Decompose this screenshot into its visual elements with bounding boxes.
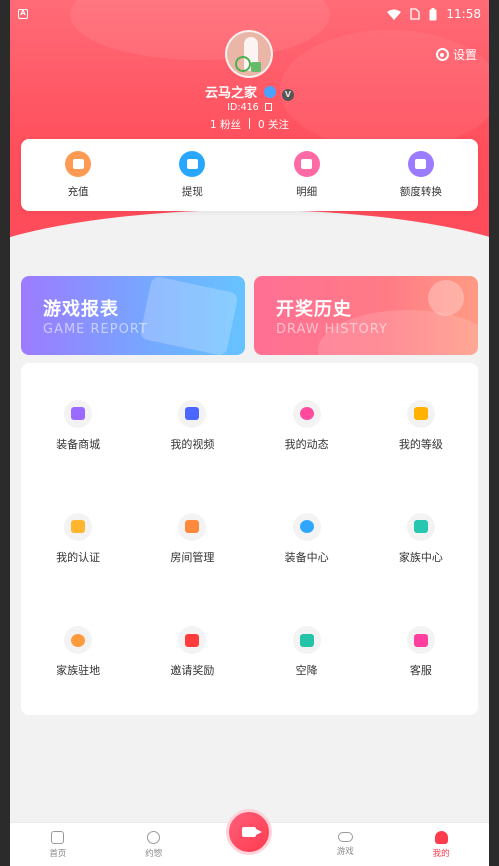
divider bbox=[249, 118, 250, 129]
grid-item-label: 我的动态 bbox=[284, 437, 329, 451]
fans-count[interactable]: 1 粉丝 bbox=[210, 117, 241, 132]
settings-button[interactable]: 设置 bbox=[435, 46, 477, 63]
grid-item-label: 邀请奖励 bbox=[170, 664, 215, 678]
recharge-icon bbox=[65, 151, 92, 177]
wifi-icon bbox=[387, 9, 402, 20]
game-report-banner[interactable]: 游戏报表 GAME REPORT bbox=[21, 276, 245, 355]
grid-item[interactable]: 装备中心 bbox=[250, 482, 364, 595]
wallet-item[interactable]: 提现 bbox=[135, 139, 249, 211]
profile-icon bbox=[434, 830, 448, 844]
tab-profile-label: 我的 bbox=[432, 848, 450, 859]
grid-item-label: 房间管理 bbox=[170, 550, 215, 564]
grid-item[interactable]: 邀请奖励 bbox=[135, 596, 249, 709]
withdraw-icon bbox=[179, 151, 206, 177]
clock: 11:58 bbox=[446, 7, 481, 21]
grid-item-label: 家族驻地 bbox=[56, 664, 101, 678]
grid-item-label: 空降 bbox=[295, 664, 318, 678]
username: 云马之家 bbox=[204, 86, 257, 101]
video-icon bbox=[178, 399, 207, 428]
grid-item[interactable]: 我的认证 bbox=[21, 482, 135, 595]
grid-item[interactable]: 空降 bbox=[250, 596, 364, 709]
copy-icon[interactable] bbox=[264, 103, 272, 111]
tab-home-label: 首页 bbox=[49, 848, 67, 859]
wallet-item-label: 额度转换 bbox=[399, 186, 442, 198]
following-count[interactable]: 0 关注 bbox=[258, 117, 289, 132]
username-row: 云马之家 V bbox=[10, 82, 489, 101]
tab-profile[interactable]: 我的 bbox=[393, 823, 489, 866]
grid-item[interactable]: 装备商城 bbox=[21, 369, 135, 482]
camera-icon bbox=[242, 827, 263, 837]
wallet-item-label: 明细 bbox=[296, 186, 318, 198]
wallet-item[interactable]: 充值 bbox=[21, 139, 135, 211]
grid-item[interactable]: 我的动态 bbox=[250, 369, 364, 482]
grid-item-label: 装备商城 bbox=[56, 437, 101, 451]
status-bar: A 11:58 bbox=[10, 0, 489, 28]
user-id: ID:416 bbox=[227, 102, 259, 113]
game-report-title: 游戏报表 bbox=[43, 299, 119, 320]
vip-badge-icon: V bbox=[282, 89, 295, 101]
game-report-subtitle: GAME REPORT bbox=[43, 322, 148, 337]
wallet-item[interactable]: 额度转换 bbox=[364, 139, 478, 211]
grid-item-label: 我的视频 bbox=[170, 437, 215, 451]
moments-icon bbox=[292, 399, 321, 428]
grid-item-label: 我的认证 bbox=[56, 550, 101, 564]
grid-item[interactable]: 房间管理 bbox=[135, 482, 249, 595]
room-icon bbox=[178, 512, 207, 541]
tab-date[interactable]: 约惣 bbox=[106, 823, 202, 866]
tab-game-label: 游戏 bbox=[336, 847, 354, 857]
user-id-row: ID:416 bbox=[10, 102, 489, 113]
home-icon bbox=[51, 830, 65, 844]
settings-label: 设置 bbox=[452, 48, 477, 62]
avatar[interactable] bbox=[225, 30, 273, 78]
wallet-item-label: 充值 bbox=[67, 186, 89, 198]
date-icon bbox=[147, 830, 161, 844]
feature-grid: 装备商城 我的视频 我的动态 我的等级我的认证 房间管理 装备中心 家族中心家族驻地 邀请奖励… bbox=[21, 363, 478, 715]
grid-item-label: 客服 bbox=[409, 664, 432, 678]
quota-transfer-icon bbox=[407, 151, 434, 177]
follow-stats: 1 粉丝 0 关注 bbox=[10, 117, 489, 132]
grid-item-label: 我的等级 bbox=[398, 437, 443, 451]
details-icon bbox=[293, 151, 320, 177]
grid-item[interactable]: 客服 bbox=[364, 596, 478, 709]
certificate-icon bbox=[64, 512, 93, 541]
game-icon bbox=[337, 832, 353, 842]
grid-item-label: 装备中心 bbox=[284, 550, 329, 564]
store-icon bbox=[64, 399, 93, 428]
male-gender-icon bbox=[263, 86, 276, 98]
location-icon bbox=[64, 626, 93, 655]
grid-item[interactable]: 我的视频 bbox=[135, 369, 249, 482]
customer-service-icon bbox=[406, 626, 435, 655]
grid-item-label: 家族中心 bbox=[398, 550, 443, 564]
airplane-icon bbox=[292, 626, 321, 655]
notification-icon: A bbox=[18, 9, 28, 19]
app-screen: A 11:58 设置 云马之家 V ID:416 1 粉丝 0 关注 充值 提现 明… bbox=[10, 0, 489, 866]
tab-home[interactable]: 首页 bbox=[10, 823, 106, 866]
wallet-card: 充值 提现 明细 额度转换 bbox=[21, 139, 478, 211]
draw-illustration-circle bbox=[428, 280, 464, 316]
live-camera-button[interactable] bbox=[226, 809, 273, 855]
family-icon bbox=[406, 512, 435, 541]
heart-icon bbox=[178, 626, 207, 655]
wallet-item[interactable]: 明细 bbox=[250, 139, 364, 211]
no-sim-icon bbox=[410, 8, 421, 20]
wallet-item-label: 提现 bbox=[181, 186, 203, 198]
header-wave bbox=[10, 210, 489, 270]
draw-history-subtitle: DRAW HISTORY bbox=[276, 322, 388, 337]
battery-icon bbox=[429, 7, 437, 20]
grid-item[interactable]: 家族驻地 bbox=[21, 596, 135, 709]
tab-live[interactable] bbox=[202, 809, 298, 866]
report-illustration bbox=[139, 276, 239, 355]
bottom-tabbar: 首页 约惣 游戏 我的 bbox=[10, 809, 489, 866]
gear-icon bbox=[435, 48, 449, 61]
grid-item[interactable]: 我的等级 bbox=[364, 369, 478, 482]
draw-history-banner[interactable]: 开奖历史 DRAW HISTORY bbox=[254, 276, 478, 355]
crown-icon bbox=[406, 399, 435, 428]
tab-date-label: 约惣 bbox=[145, 848, 163, 859]
tab-game[interactable]: 游戏 bbox=[297, 823, 393, 866]
grid-item[interactable]: 家族中心 bbox=[364, 482, 478, 595]
bulb-icon bbox=[292, 512, 321, 541]
draw-history-title: 开奖历史 bbox=[276, 299, 352, 320]
